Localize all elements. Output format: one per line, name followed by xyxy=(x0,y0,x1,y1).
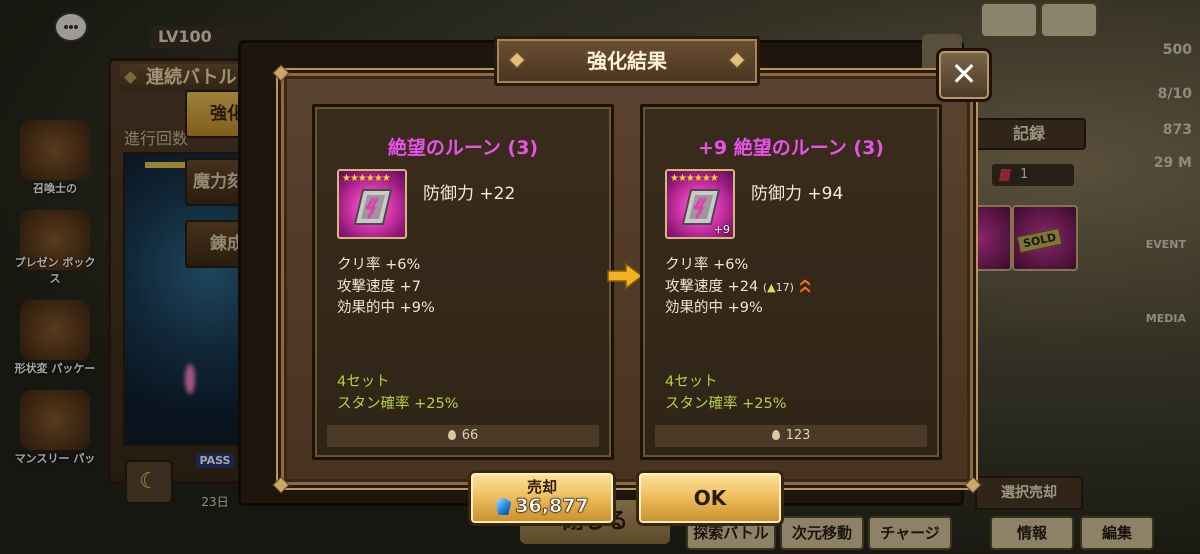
stat-increase: (▲17) xyxy=(762,280,794,294)
sell-button[interactable]: 売却 36,877 xyxy=(468,470,616,526)
sell-price: 123 xyxy=(655,425,927,447)
sub-stat-row: 効果的中 +9% xyxy=(337,300,435,316)
set-effect: スタン確率 +25% xyxy=(665,396,787,412)
sell-button-label: 売却 xyxy=(526,478,557,496)
diamond-icon xyxy=(508,51,526,69)
rune-slot-icon xyxy=(681,189,721,225)
rune-icon: ★★★★★★ xyxy=(337,169,407,239)
sell-price: 66 xyxy=(327,425,599,447)
star-rating: ★★★★★★ xyxy=(670,173,719,184)
up-triangle-icon: ▲ xyxy=(767,280,776,294)
rune-card-before: 絶望のルーン (3) ★★★★★★ 防御力 +22 クリ率 +6% 攻撃速度 +… xyxy=(312,104,614,460)
sub-stat-row: 効果的中 +9% xyxy=(665,300,763,316)
set-label: 4セット xyxy=(665,374,718,390)
main-stat: 防御力 +22 xyxy=(423,184,516,204)
sub-stat-row: 攻撃速度 +7 xyxy=(337,278,421,295)
ok-button[interactable]: OK xyxy=(636,470,784,526)
sub-stats: クリ率 +6% 攻撃速度 +24 (▲17) ❯❯ 効果的中 +9% xyxy=(665,255,812,320)
rune-level-badge: +9 xyxy=(713,223,730,236)
rune-name: 絶望のルーン (3) xyxy=(387,137,539,159)
sub-stat-row: 攻撃速度 +24 (▲17) ❯❯ xyxy=(665,277,812,299)
rune-slot-icon xyxy=(353,189,393,225)
mana-drop-icon xyxy=(447,430,456,440)
rune-name: +9 絶望のルーン (3) xyxy=(697,137,884,159)
set-bonus: 4セット スタン確率 +25% xyxy=(665,371,787,415)
sub-stat-row: クリ率 +6% xyxy=(337,257,421,273)
sell-button-price: 36,877 xyxy=(471,495,613,517)
diamond-icon xyxy=(728,51,746,69)
sub-stat-row: クリ率 +6% xyxy=(665,257,749,273)
set-label: 4セット xyxy=(337,374,390,390)
set-bonus: 4セット スタン確率 +25% xyxy=(337,371,459,415)
sub-stats: クリ率 +6% 攻撃速度 +7 効果的中 +9% xyxy=(337,255,435,320)
upgrade-chevron-icon: ❯❯ xyxy=(798,280,810,295)
close-button[interactable]: ✕ xyxy=(936,48,992,102)
mana-drop-icon xyxy=(771,430,780,440)
star-rating: ★★★★★★ xyxy=(342,173,391,184)
dialog-title: 強化結果 xyxy=(494,36,760,86)
rune-icon: ★★★★★★ +9 xyxy=(665,169,735,239)
main-stat: 防御力 +94 xyxy=(751,184,844,204)
rune-card-after: +9 絶望のルーン (3) ★★★★★★ +9 防御力 +94 クリ率 +6% … xyxy=(640,104,942,460)
arrow-right-icon xyxy=(607,262,644,290)
set-effect: スタン確率 +25% xyxy=(337,396,459,412)
crystal-icon xyxy=(495,497,512,515)
